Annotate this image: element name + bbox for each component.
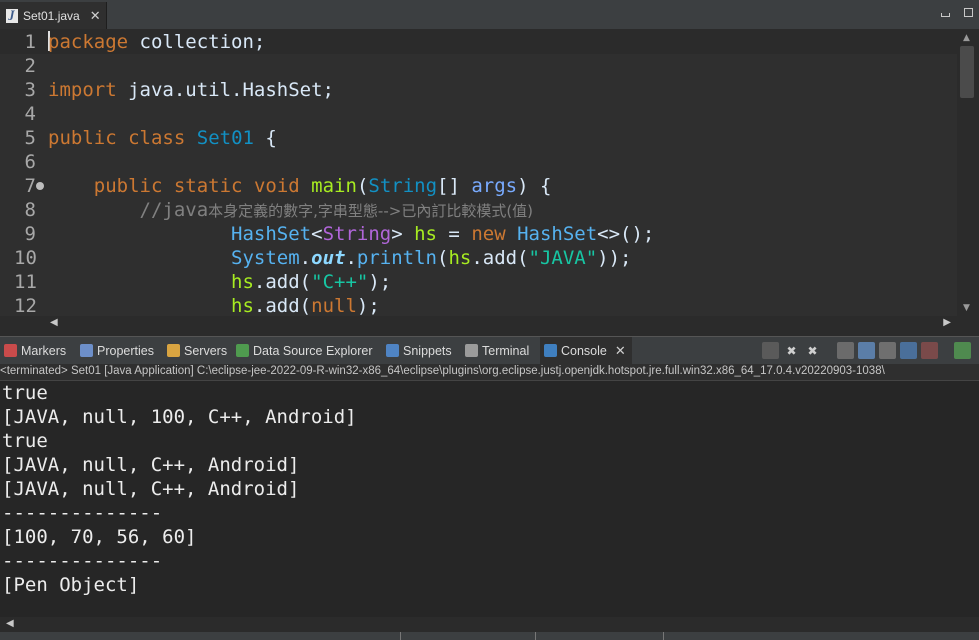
code-line[interactable]: 4 (0, 102, 957, 126)
scroll-lock-icon[interactable] (858, 342, 875, 359)
status-bar (0, 632, 979, 640)
console-line: -------------- (2, 550, 163, 572)
code-text: hs.add("C++"); (231, 271, 392, 293)
java-file-icon: J (6, 8, 18, 23)
console-line: [100, 70, 56, 60] (2, 526, 197, 548)
editor-vertical-scrollbar[interactable]: ▲ ▼ (957, 30, 979, 316)
views-tab-bar: Markers Properties Servers Data Source Expl… (0, 336, 979, 364)
code-line[interactable]: 1 package collection; (0, 30, 957, 54)
console-line: true (2, 430, 48, 452)
snippets-icon (386, 344, 399, 357)
code-line[interactable]: 8 //java本身定義的數字,字串型態-->已內訂比較模式(值) (0, 198, 957, 222)
code-line[interactable]: 3 import java.util.HashSet; (0, 78, 957, 102)
open-console-icon[interactable] (954, 342, 971, 359)
tab-label: Servers (184, 343, 228, 358)
word-wrap-icon[interactable] (879, 342, 896, 359)
tab-markers[interactable]: Markers (4, 337, 66, 364)
line-number: 8 (24, 199, 36, 221)
console-line: true (2, 382, 48, 404)
code-line[interactable]: 6 (0, 150, 957, 174)
line-number: 1 (24, 31, 36, 53)
line-number: 11 (14, 271, 37, 293)
code-line[interactable]: 12 hs.add(null); (0, 294, 957, 316)
close-icon[interactable]: ✕ (615, 343, 626, 359)
line-number: 4 (24, 103, 36, 125)
code-line[interactable]: 2 (0, 54, 957, 78)
maximize-icon[interactable] (964, 8, 973, 17)
scroll-up-icon[interactable]: ▲ (963, 33, 970, 43)
scroll-left-icon[interactable]: ◀ (6, 618, 14, 629)
code-line[interactable]: 9 HashSet<String> hs = new HashSet<>(); (0, 222, 957, 246)
clear-console-icon[interactable] (837, 342, 854, 359)
console-line: [JAVA, null, C++, Android] (2, 454, 300, 476)
code-text: import java.util.HashSet; (48, 79, 334, 101)
line-number: 3 (24, 79, 36, 101)
terminate-icon[interactable] (762, 342, 779, 359)
code-text: System.out.println(hs.add("JAVA")); (231, 247, 632, 269)
code-text: public static void main(String[] args) { (93, 175, 552, 197)
code-text: HashSet<String> hs = new HashSet<>(); (231, 223, 655, 245)
scroll-right-icon[interactable]: ▶ (943, 317, 951, 328)
console-line: [JAVA, null, 100, C++, Android] (2, 406, 357, 428)
code-text: public class Set01 { (48, 127, 277, 149)
code-line[interactable]: 5 public class Set01 { (0, 126, 957, 150)
terminal-icon (465, 344, 478, 357)
editor-window-controls (941, 6, 973, 17)
tab-label: Terminal (482, 343, 530, 358)
tab-properties[interactable]: Properties (80, 337, 154, 364)
editor-tab-set01[interactable]: J Set01.java ✕ (0, 2, 107, 29)
minimize-icon[interactable] (941, 13, 950, 17)
code-line[interactable]: 11 hs.add("C++"); (0, 270, 957, 294)
tab-label: Data Source Explorer (253, 343, 373, 358)
remove-all-terminated-icon[interactable]: ✖ (804, 342, 821, 359)
line-number: 2 (24, 55, 36, 77)
code-text: package collection; (48, 31, 266, 53)
markers-icon (4, 344, 17, 357)
editor-tab-label: Set01.java (23, 8, 80, 23)
line-number: 10 (14, 247, 37, 269)
code-editor[interactable]: 1 package collection; 2 3 import java.util.H… (0, 30, 957, 316)
line-number: 9 (24, 223, 36, 245)
console-status-label: <terminated> Set01 [Java Application] C:… (0, 364, 979, 381)
properties-icon (80, 344, 93, 357)
display-selected-console-icon[interactable] (921, 342, 938, 359)
code-text: hs.add(null); (231, 295, 380, 316)
editor-horizontal-scrollbar[interactable]: ◀ ▶ (44, 316, 957, 331)
tab-console-label: Console (561, 343, 607, 358)
tab-data-source-explorer[interactable]: Data Source Explorer (236, 337, 373, 364)
tab-servers[interactable]: Servers (167, 337, 227, 364)
tab-label: Snippets (403, 343, 452, 358)
line-number: 5 (24, 127, 36, 149)
console-line: -------------- (2, 502, 163, 524)
data-source-explorer-icon (236, 344, 249, 357)
servers-icon (167, 344, 180, 357)
code-line[interactable]: 7 public static void main(String[] args)… (0, 174, 957, 198)
scroll-thumb[interactable] (960, 46, 974, 98)
console-line: [Pen Object] (2, 574, 140, 596)
scroll-down-icon[interactable]: ▼ (963, 303, 970, 313)
code-text: //java本身定義的數字,字串型態-->已內訂比較模式(值) (139, 199, 534, 221)
scroll-left-icon[interactable]: ◀ (50, 317, 58, 328)
console-output[interactable]: true [JAVA, null, 100, C++, Android] true[… (0, 381, 979, 617)
line-number: 6 (24, 151, 36, 173)
console-horizontal-scrollbar[interactable]: ◀ (0, 617, 979, 632)
tab-snippets[interactable]: Snippets (386, 337, 452, 364)
remove-launch-icon[interactable]: ✖ (783, 342, 800, 359)
tab-label: Properties (97, 343, 154, 358)
code-line[interactable]: 10 System.out.println(hs.add("JAVA")); (0, 246, 957, 270)
line-number: 12 (14, 295, 37, 316)
tab-label: Markers (21, 343, 67, 358)
console-line: [JAVA, null, C++, Android] (2, 478, 300, 500)
fold-marker-icon[interactable] (36, 182, 44, 190)
console-toolbar: ✖ ✖ (762, 342, 971, 359)
tab-terminal[interactable]: Terminal (465, 337, 529, 364)
tab-console[interactable]: Console ✕ (540, 337, 632, 364)
close-icon[interactable]: ✕ (90, 8, 101, 24)
editor-tab-bar: J Set01.java ✕ (0, 0, 979, 30)
pin-console-icon[interactable] (900, 342, 917, 359)
console-icon (544, 344, 557, 357)
line-number: 7 (24, 175, 36, 197)
